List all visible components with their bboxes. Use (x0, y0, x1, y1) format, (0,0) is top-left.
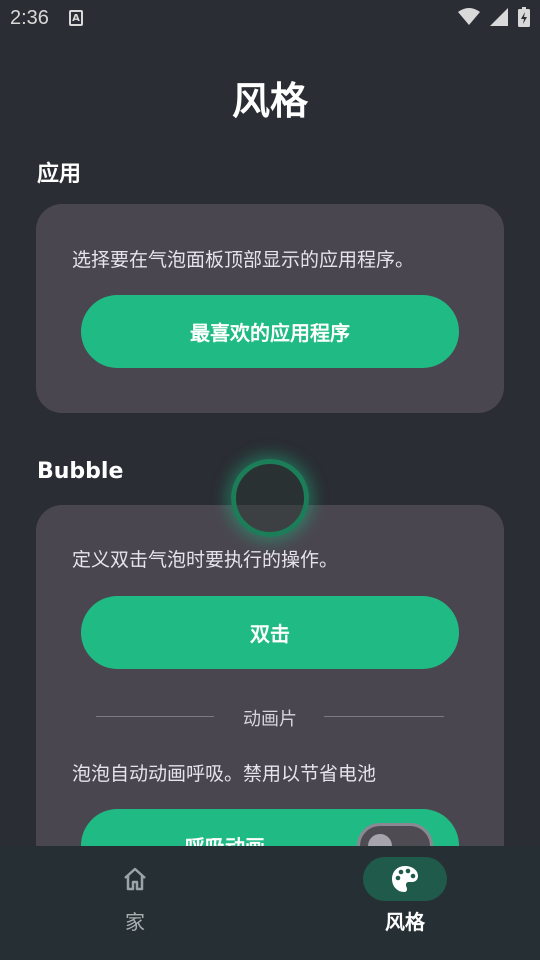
wifi-icon (458, 8, 480, 25)
bottom-nav: 家 风格 (0, 846, 540, 960)
nav-home-label: 家 (125, 910, 145, 934)
status-bar: 2:36 A (0, 0, 540, 36)
page-title: 风格 (231, 79, 308, 123)
palette-icon (392, 866, 418, 892)
cell-signal-icon (490, 8, 508, 26)
bubble-section-label: Bubble (37, 459, 124, 484)
apps-card: 选择要在气泡面板顶部显示的应用程序。 最喜欢的应用程序 (36, 204, 504, 413)
nav-item-home[interactable]: 家 (48, 846, 228, 960)
double-tap-button[interactable]: 双击 (81, 596, 459, 669)
bubble-description: 定义双击气泡时要执行的操作。 (72, 549, 339, 571)
battery-icon (518, 7, 530, 27)
apps-section-label: 应用 (37, 162, 82, 187)
animation-divider-label: 动画片 (243, 709, 297, 730)
favorite-apps-button[interactable]: 最喜欢的应用程序 (81, 295, 459, 368)
nav-item-style[interactable]: 风格 (318, 846, 498, 960)
nav-style-icon-wrap (363, 857, 447, 901)
apps-description: 选择要在气泡面板顶部显示的应用程序。 (72, 249, 415, 271)
status-time: 2:36 (10, 6, 49, 29)
status-icons (458, 7, 530, 27)
divider-line-right (324, 716, 444, 717)
animation-description: 泡泡自动动画呼吸。禁用以节省电池 (72, 763, 377, 785)
nav-home-icon-wrap (93, 857, 177, 901)
nav-style-label: 风格 (385, 910, 425, 934)
notification-a-icon: A (68, 10, 83, 26)
home-icon (124, 867, 146, 891)
bubble-preview[interactable] (231, 459, 309, 537)
